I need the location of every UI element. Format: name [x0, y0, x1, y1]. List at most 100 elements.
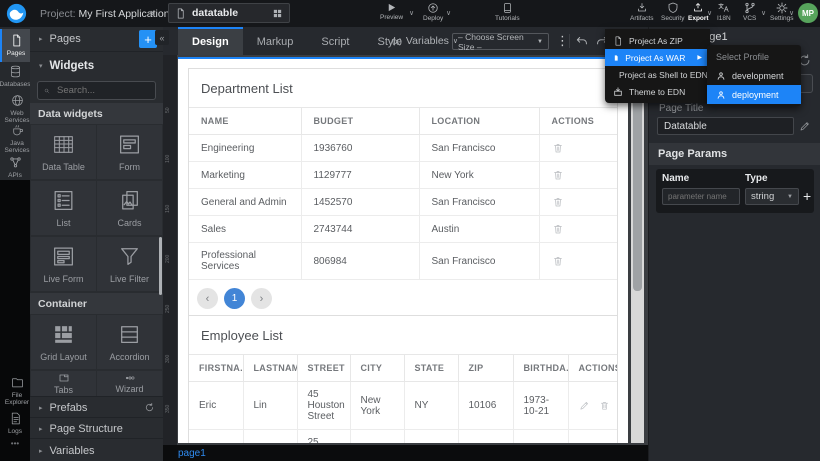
- delete-row-icon[interactable]: [599, 400, 610, 411]
- settings-chevron-icon[interactable]: ∨: [789, 9, 794, 17]
- tab-design[interactable]: Design: [178, 27, 243, 55]
- widget-tabs[interactable]: Tabs: [31, 371, 96, 396]
- column-header[interactable]: BUDGET: [301, 108, 419, 135]
- employee-list-widget[interactable]: Employee List FIRSTNA.. LASTNAME STREET …: [188, 315, 618, 443]
- column-header[interactable]: LOCATION: [419, 108, 539, 135]
- user-avatar[interactable]: MP: [798, 3, 818, 23]
- column-header[interactable]: ACTIONS: [568, 355, 617, 382]
- column-header[interactable]: STREET: [297, 355, 350, 382]
- pagination-page-1[interactable]: 1: [224, 288, 245, 309]
- table-row[interactable]: Professional Services 806984 San Francis…: [189, 243, 617, 280]
- rail-item-logs[interactable]: Logs: [0, 407, 30, 440]
- export-button[interactable]: Export: [688, 2, 709, 22]
- param-name-input[interactable]: [662, 188, 740, 205]
- submenu-item-deployment[interactable]: deployment: [707, 85, 801, 104]
- export-chevron-icon[interactable]: ∨: [707, 9, 712, 17]
- cards-icon: [117, 188, 142, 213]
- widget-list[interactable]: List: [31, 181, 96, 235]
- refresh-icon[interactable]: [144, 402, 155, 413]
- menu-item-project-as-war[interactable]: Project As WAR ▶: [605, 49, 710, 66]
- employee-list-title: Employee List: [189, 316, 617, 354]
- column-header[interactable]: LASTNAME: [243, 355, 297, 382]
- column-header[interactable]: BIRTHDA..: [513, 355, 568, 382]
- department-list-widget[interactable]: Department List NAME BUDGET LOCATION ACT…: [188, 68, 618, 320]
- widget-search[interactable]: [37, 81, 156, 100]
- variables-dropdown[interactable]: (x) Variables ∨: [392, 35, 458, 47]
- ruler-mark: 50: [165, 107, 171, 113]
- page-tab-datatable[interactable]: datatable: [168, 3, 290, 23]
- i18n-button[interactable]: I18N: [717, 2, 731, 22]
- widgets-section-header[interactable]: ▾ Widgets: [30, 51, 163, 80]
- deploy-chevron-icon[interactable]: ∨: [446, 9, 451, 17]
- preview-chevron-icon[interactable]: ∨: [409, 9, 414, 17]
- delete-row-icon[interactable]: [552, 169, 564, 181]
- app-logo[interactable]: [6, 3, 27, 24]
- widget-cards[interactable]: Cards: [97, 181, 162, 235]
- status-page-tab[interactable]: page1: [178, 448, 206, 459]
- vcs-chevron-icon[interactable]: ∨: [761, 9, 766, 17]
- rail-item-apis[interactable]: APIs: [0, 151, 30, 184]
- screen-size-select[interactable]: – Choose Screen Size – ▼: [452, 33, 549, 50]
- widget-grid-layout[interactable]: Grid Layout: [31, 315, 96, 369]
- bind-pencil-icon[interactable]: [799, 120, 811, 132]
- edit-row-icon[interactable]: [579, 400, 590, 411]
- employee-table: FIRSTNA.. LASTNAME STREET CITY STATE ZIP…: [189, 354, 617, 443]
- table-row[interactable]: General and Admin 1452570 San Francisco: [189, 189, 617, 216]
- canvas-scrollbar[interactable]: [631, 57, 644, 443]
- pagination-next-button[interactable]: ›: [251, 288, 272, 309]
- pages-section-header[interactable]: ▸ Pages +: [30, 27, 163, 51]
- table-row[interactable]: Sales 2743744 Austin: [189, 216, 617, 243]
- widget-accordion[interactable]: Accordion: [97, 315, 162, 369]
- widget-search-input[interactable]: [55, 84, 149, 97]
- prefabs-section-header[interactable]: ▸ Prefabs: [30, 396, 163, 418]
- table-row[interactable]: Eric Lin 45 Houston Street New York NY 1…: [189, 382, 617, 430]
- undo-icon[interactable]: [575, 34, 589, 48]
- widget-live-form[interactable]: Live Form: [31, 237, 96, 291]
- tutorials-button[interactable]: Tutorials: [495, 2, 520, 22]
- param-type-select[interactable]: string ▼: [745, 188, 799, 205]
- deploy-button[interactable]: Deploy: [423, 2, 443, 22]
- caret-right-icon: ▸: [39, 425, 43, 433]
- security-button[interactable]: Security: [661, 2, 684, 22]
- vcs-button[interactable]: VCS: [743, 2, 756, 22]
- widget-wizard[interactable]: Wizard: [97, 371, 162, 396]
- design-canvas-page[interactable]: Department List NAME BUDGET LOCATION ACT…: [178, 59, 628, 443]
- table-row[interactable]: Marketing 1129777 New York: [189, 162, 617, 189]
- rail-overflow-button[interactable]: •••: [0, 440, 30, 447]
- column-header[interactable]: CITY: [350, 355, 404, 382]
- column-header[interactable]: STATE: [404, 355, 458, 382]
- artifacts-button[interactable]: Artifacts: [630, 2, 653, 22]
- panel-scrollbar-thumb[interactable]: [159, 237, 162, 295]
- tab-markup[interactable]: Markup: [243, 27, 308, 55]
- widget-data-table[interactable]: Data Table: [31, 125, 96, 179]
- menu-item-project-shell-edn[interactable]: Project as Shell to EDN: [605, 66, 710, 83]
- add-param-button[interactable]: +: [803, 188, 811, 204]
- data-table-icon: [51, 132, 76, 157]
- widget-live-filter[interactable]: Live Filter: [97, 237, 162, 291]
- variables-section-header[interactable]: ▸ Variables: [30, 438, 163, 461]
- column-header[interactable]: NAME: [189, 108, 301, 135]
- collapse-panel-button[interactable]: «: [155, 30, 169, 45]
- widget-form[interactable]: Form: [97, 125, 162, 179]
- delete-row-icon[interactable]: [552, 255, 564, 267]
- menu-item-project-as-zip[interactable]: Project As ZIP: [605, 32, 710, 49]
- table-row[interactable]: Brad Tucker 25 Liberty Pl Boston MA 0212…: [189, 430, 617, 444]
- column-header[interactable]: ACTIONS: [539, 108, 617, 135]
- table-row[interactable]: Engineering 1936760 San Francisco: [189, 135, 617, 162]
- pagination-prev-button[interactable]: ‹: [197, 288, 218, 309]
- menu-item-theme-edn[interactable]: Theme to EDN: [605, 83, 710, 100]
- page-title-input[interactable]: [657, 117, 794, 135]
- preview-button[interactable]: Preview: [380, 2, 403, 21]
- column-header[interactable]: FIRSTNA..: [189, 355, 243, 382]
- page-structure-section-header[interactable]: ▸ Page Structure: [30, 417, 163, 439]
- kebab-menu-icon[interactable]: ⋮: [556, 33, 569, 49]
- column-header[interactable]: ZIP: [458, 355, 513, 382]
- rail-item-pages[interactable]: Pages: [0, 29, 30, 62]
- delete-row-icon[interactable]: [552, 196, 564, 208]
- submenu-item-development[interactable]: development: [707, 66, 801, 85]
- rail-item-file-explorer[interactable]: File Explorer: [0, 371, 34, 411]
- delete-row-icon[interactable]: [552, 142, 564, 154]
- delete-row-icon[interactable]: [552, 223, 564, 235]
- tab-script[interactable]: Script: [307, 27, 363, 55]
- grid-handle-icon[interactable]: [272, 8, 283, 19]
